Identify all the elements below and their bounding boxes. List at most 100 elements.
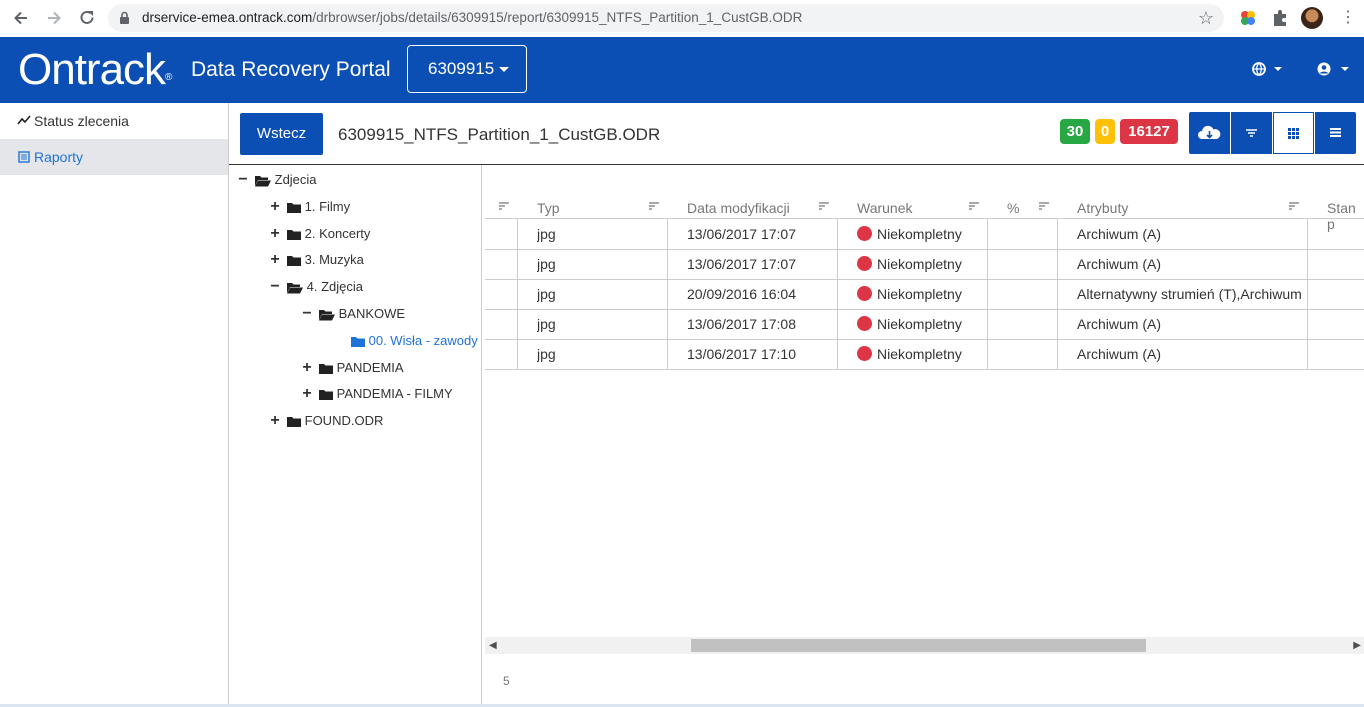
- folder-icon: [287, 416, 301, 427]
- portal-title: Data Recovery Portal: [191, 58, 391, 81]
- expand-toggle[interactable]: +: [269, 411, 281, 431]
- folder-icon: [287, 229, 301, 240]
- cell-modified: 13/06/2017 17:08: [687, 316, 796, 332]
- expand-toggle[interactable]: +: [301, 384, 313, 404]
- folder-open-icon: [319, 309, 335, 321]
- cell-type: jpg: [537, 346, 556, 362]
- cell-type: jpg: [537, 256, 556, 272]
- sidebar-item-status[interactable]: Status zlecenia: [0, 103, 228, 139]
- folder-tree: − Zdjecia + 1. Filmy + 2. Koncerty + 3. …: [229, 165, 482, 707]
- table-row[interactable]: jpg 13/06/2017 17:07 Niekompletny Archiw…: [485, 219, 1364, 250]
- tree-node-zdjecia[interactable]: − Zdjecia: [237, 170, 316, 190]
- folder-open-icon: [255, 175, 271, 187]
- collapse-toggle[interactable]: −: [301, 304, 313, 324]
- extensions-puzzle-icon[interactable]: [1270, 8, 1292, 30]
- download-button[interactable]: [1189, 112, 1230, 154]
- back-button[interactable]: Wstecz: [240, 113, 323, 155]
- job-selector-dropdown[interactable]: 6309915: [407, 45, 527, 93]
- cell-condition: Niekompletny: [857, 279, 962, 309]
- column-filter-icon[interactable]: [1038, 202, 1050, 210]
- filter-button[interactable]: [1231, 112, 1272, 154]
- expand-toggle[interactable]: +: [269, 224, 281, 244]
- folder-open-icon: [287, 282, 303, 294]
- column-header-percent[interactable]: %: [1007, 200, 1019, 216]
- tree-node-wisla-zawody[interactable]: 00. Wisła - zawody: [351, 331, 478, 351]
- url-text: drservice-emea.ontrack.com/drbrowser/job…: [142, 10, 803, 25]
- folder-icon: [287, 255, 301, 266]
- collapse-toggle[interactable]: −: [269, 277, 281, 297]
- horizontal-scrollbar[interactable]: ◀ ▶: [485, 637, 1364, 654]
- table-row[interactable]: jpg 13/06/2017 17:07 Niekompletny Archiw…: [485, 249, 1364, 280]
- scrollbar-thumb[interactable]: [691, 639, 1146, 652]
- column-header-type[interactable]: Typ: [537, 200, 560, 216]
- cell-modified: 20/09/2016 16:04: [687, 286, 796, 302]
- forward-arrow-icon[interactable]: [44, 9, 64, 29]
- cell-attributes: Archiwum (A): [1077, 316, 1162, 332]
- cell-condition: Niekompletny: [857, 309, 962, 339]
- tree-node-filmy[interactable]: + 1. Filmy: [269, 197, 350, 217]
- tree-node-bankowe[interactable]: − BANKOWE: [301, 304, 405, 324]
- column-filter-icon[interactable]: [1288, 202, 1300, 210]
- count-badge-red: 16127: [1120, 119, 1178, 144]
- tree-node-pandemia[interactable]: + PANDEMIA: [301, 358, 403, 378]
- ontrack-logo[interactable]: Ontrack®: [18, 47, 172, 93]
- sidebar-item-reports[interactable]: Raporty: [0, 139, 228, 175]
- table-row[interactable]: jpg 13/06/2017 17:08 Niekompletny Archiw…: [485, 309, 1364, 340]
- count-badge-yellow: 0: [1095, 119, 1115, 144]
- folder-icon: [287, 202, 301, 213]
- address-bar[interactable]: drservice-emea.ontrack.com/drbrowser/job…: [108, 4, 1224, 32]
- browser-toolbar: drservice-emea.ontrack.com/drbrowser/job…: [0, 0, 1364, 38]
- grid-view-icon: [1288, 128, 1299, 139]
- grid-view-button[interactable]: [1273, 112, 1314, 154]
- cell-type: jpg: [537, 226, 556, 242]
- report-title: 6309915_NTFS_Partition_1_CustGB.ODR: [338, 125, 661, 144]
- browser-menu-icon[interactable]: ⋮: [1340, 9, 1356, 27]
- list-view-button[interactable]: [1315, 112, 1356, 154]
- expand-toggle[interactable]: +: [269, 250, 281, 270]
- table-row[interactable]: jpg 13/06/2017 17:10 Niekompletny Archiw…: [485, 339, 1364, 370]
- extension-color-icon[interactable]: [1238, 8, 1260, 30]
- tree-node-zdjecia-4[interactable]: − 4. Zdjęcia: [269, 277, 363, 297]
- cell-attributes: Alternatywny strumień (T),Archiwum: [1077, 286, 1302, 302]
- expand-toggle[interactable]: +: [301, 358, 313, 378]
- status-dot-red: [857, 285, 872, 301]
- cell-attributes: Archiwum (A): [1077, 346, 1162, 362]
- bookmark-star-icon[interactable]: ☆: [1198, 8, 1214, 29]
- app-header: Ontrack® Data Recovery Portal 6309915: [0, 37, 1364, 103]
- reload-icon[interactable]: [77, 9, 97, 29]
- scroll-left-arrow-icon[interactable]: ◀: [489, 637, 497, 654]
- language-globe-icon[interactable]: [1252, 62, 1284, 79]
- column-filter-icon[interactable]: [818, 202, 830, 210]
- count-badge-green: 30: [1060, 119, 1090, 144]
- tree-node-koncerty[interactable]: + 2. Koncerty: [269, 224, 370, 244]
- tree-node-found-odr[interactable]: + FOUND.ODR: [269, 411, 383, 431]
- tree-node-muzyka[interactable]: + 3. Muzyka: [269, 250, 364, 270]
- list-view-icon: [1330, 128, 1341, 137]
- column-filter-icon[interactable]: [498, 202, 510, 210]
- user-account-icon[interactable]: [1317, 62, 1351, 79]
- grid-header: Typ Data modyfikacji Warunek % Atrybuty …: [485, 196, 1364, 232]
- column-filter-icon[interactable]: [968, 202, 980, 210]
- profile-avatar[interactable]: [1301, 7, 1323, 29]
- column-header-attributes[interactable]: Atrybuty: [1077, 200, 1128, 216]
- expand-toggle[interactable]: +: [269, 197, 281, 217]
- status-dot-red: [857, 345, 872, 361]
- status-dot-red: [857, 255, 872, 271]
- column-filter-icon[interactable]: [648, 202, 660, 210]
- table-row[interactable]: jpg 20/09/2016 16:04 Niekompletny Altern…: [485, 279, 1364, 310]
- cell-attributes: Archiwum (A): [1077, 256, 1162, 272]
- cloud-download-icon: [1198, 125, 1221, 139]
- folder-icon: [351, 336, 365, 347]
- collapse-toggle[interactable]: −: [237, 170, 249, 190]
- scroll-right-arrow-icon[interactable]: ▶: [1353, 637, 1361, 654]
- column-header-condition[interactable]: Warunek: [857, 200, 913, 216]
- list-icon: [17, 139, 31, 188]
- cell-modified: 13/06/2017 17:10: [687, 346, 796, 362]
- status-dot-red: [857, 315, 872, 331]
- tree-node-pandemia-filmy[interactable]: + PANDEMIA - FILMY: [301, 384, 452, 404]
- back-arrow-icon[interactable]: [11, 9, 31, 29]
- cell-type: jpg: [537, 286, 556, 302]
- sidebar: Status zlecenia Raporty: [0, 103, 229, 707]
- column-header-modified[interactable]: Data modyfikacji: [687, 200, 790, 216]
- report-toolbar: Wstecz 6309915_NTFS_Partition_1_CustGB.O…: [229, 103, 1364, 165]
